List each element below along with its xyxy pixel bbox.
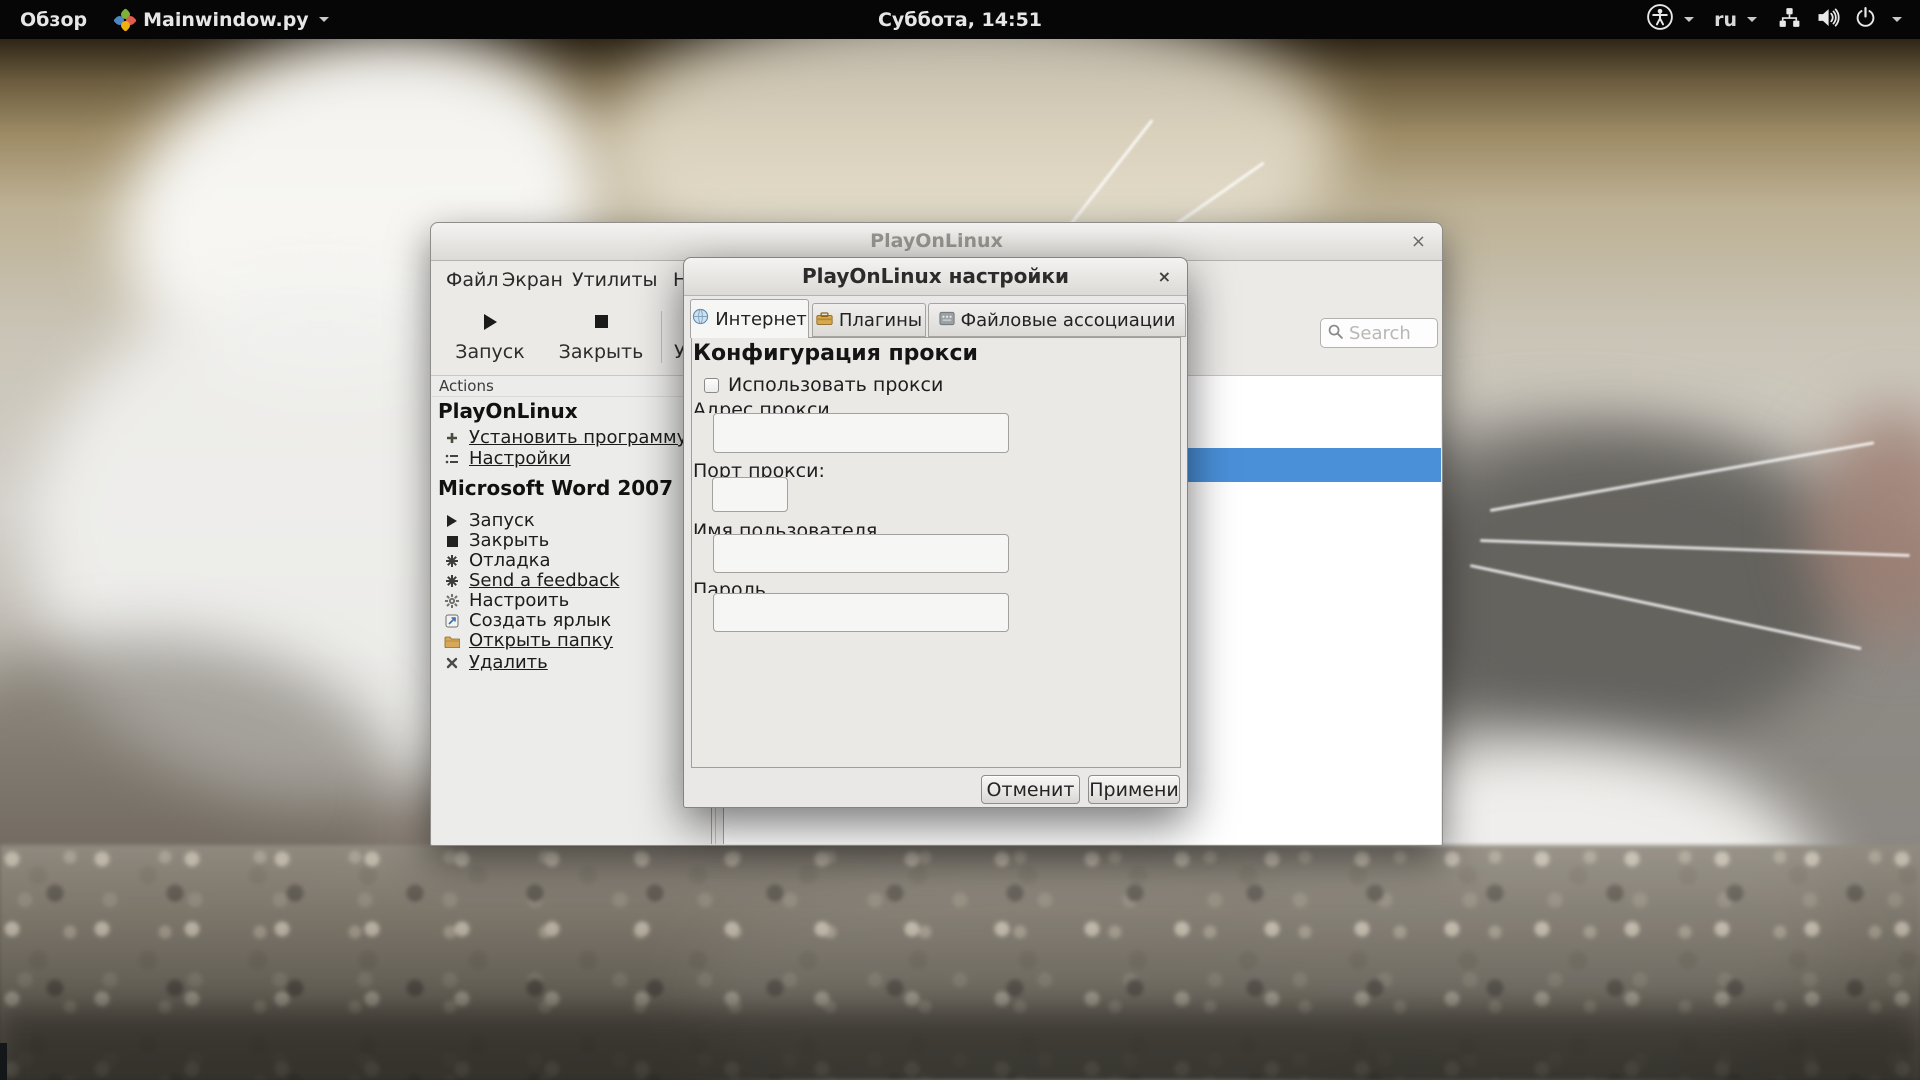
list-icon: [444, 451, 460, 467]
plus-icon: [444, 430, 460, 446]
volume-icon: [1814, 4, 1841, 36]
sidebar-group-msword: Microsoft Word 2007: [438, 476, 673, 500]
dialog-titlebar[interactable]: PlayOnLinux настройки ×: [684, 258, 1187, 296]
chevron-down-icon: [1747, 17, 1757, 22]
toolbar-separator: [661, 311, 662, 363]
file-associations-icon: [939, 310, 955, 331]
use-proxy-row: Использовать прокси: [704, 374, 943, 396]
app-menu-button[interactable]: Mainwindow.py: [101, 0, 343, 39]
dialog-title: PlayOnLinux настройки: [801, 264, 1070, 288]
sidebar-group-playonlinux: PlayOnLinux: [438, 399, 578, 423]
settings-dialog: PlayOnLinux настройки × Интернет Плагины…: [683, 257, 1188, 808]
sidebar-header: Actions: [432, 376, 711, 397]
bug-icon: [444, 553, 460, 569]
gear-icon: [444, 593, 460, 609]
proxy-address-input[interactable]: [713, 413, 1009, 453]
accessibility-menu[interactable]: [1636, 0, 1704, 39]
folder-icon: [444, 633, 460, 649]
accessibility-icon: [1646, 3, 1674, 36]
stop-button-label: Закрыть: [558, 341, 644, 363]
close-window-button[interactable]: ×: [1407, 223, 1430, 260]
proxy-port-label: Порт прокси:: [693, 462, 825, 477]
shortcut-icon: [444, 613, 460, 629]
proxy-address-label: Адрес прокси: [693, 401, 830, 413]
stop-icon: [444, 533, 460, 549]
use-proxy-checkbox[interactable]: [704, 377, 719, 393]
top-bar: Обзор Mainwindow.py Суббота, 14:51 ru: [0, 0, 1920, 39]
proxy-password-label: Пароль: [693, 581, 766, 593]
bug-icon: [444, 573, 460, 589]
use-proxy-label: Использовать прокси: [728, 374, 944, 396]
plugins-icon: [816, 310, 833, 331]
proxy-username-input[interactable]: [713, 534, 1009, 573]
wallpaper-shape: [0, 1043, 7, 1080]
tab-internet[interactable]: Интернет: [690, 299, 809, 338]
activities-label: Обзор: [20, 8, 88, 31]
close-dialog-button[interactable]: ×: [1154, 258, 1175, 295]
keyboard-layout-menu[interactable]: ru: [1704, 0, 1767, 39]
proxy-username-label: Имя пользователя: [693, 522, 878, 534]
cancel-button[interactable]: Отменит: [981, 775, 1080, 804]
actions-sidebar: Actions PlayOnLinux Установить программу…: [432, 376, 711, 844]
stop-icon: [595, 315, 608, 328]
menu-utilities[interactable]: Утилиты: [572, 261, 658, 299]
power-icon: [1853, 5, 1878, 35]
system-status-menu[interactable]: [1767, 0, 1920, 39]
run-button[interactable]: Запуск: [450, 299, 530, 375]
system-indicators: ru: [1636, 0, 1920, 39]
keyboard-layout-label: ru: [1714, 8, 1737, 31]
globe-icon: [692, 308, 709, 330]
delete-icon: [444, 655, 460, 671]
chevron-down-icon: [318, 17, 329, 22]
window-title: PlayOnLinux: [870, 230, 1003, 252]
desktop: Обзор Mainwindow.py Суббота, 14:51 ru Pl…: [0, 0, 1920, 1080]
menu-display[interactable]: Экран: [502, 261, 563, 299]
play-icon: [484, 314, 497, 330]
chevron-down-icon: [1684, 17, 1695, 22]
playonlinux-app-icon: [113, 7, 137, 32]
activities-button[interactable]: Обзор: [6, 0, 101, 39]
search-icon: [1327, 323, 1344, 344]
play-icon: [444, 513, 460, 529]
proxy-port-input[interactable]: [712, 477, 788, 512]
menu-file[interactable]: Файл: [446, 261, 499, 299]
stop-button[interactable]: Закрыть: [558, 299, 644, 375]
run-button-label: Запуск: [455, 341, 525, 363]
window-titlebar[interactable]: PlayOnLinux ×: [431, 223, 1442, 261]
chevron-down-icon: [1892, 17, 1902, 22]
tab-plugins[interactable]: Плагины: [812, 303, 926, 337]
proxy-section-title: Конфигурация прокси: [693, 341, 978, 366]
search-input[interactable]: [1349, 322, 1429, 344]
network-icon: [1777, 5, 1802, 35]
tab-file-associations[interactable]: Файловые ассоциации: [928, 303, 1186, 337]
apply-button[interactable]: Примени: [1088, 775, 1180, 804]
app-menu-label: Mainwindow.py: [143, 8, 309, 31]
proxy-password-input[interactable]: [713, 593, 1009, 632]
search-box[interactable]: [1320, 318, 1438, 348]
wallpaper-shape: [0, 1010, 1920, 1080]
